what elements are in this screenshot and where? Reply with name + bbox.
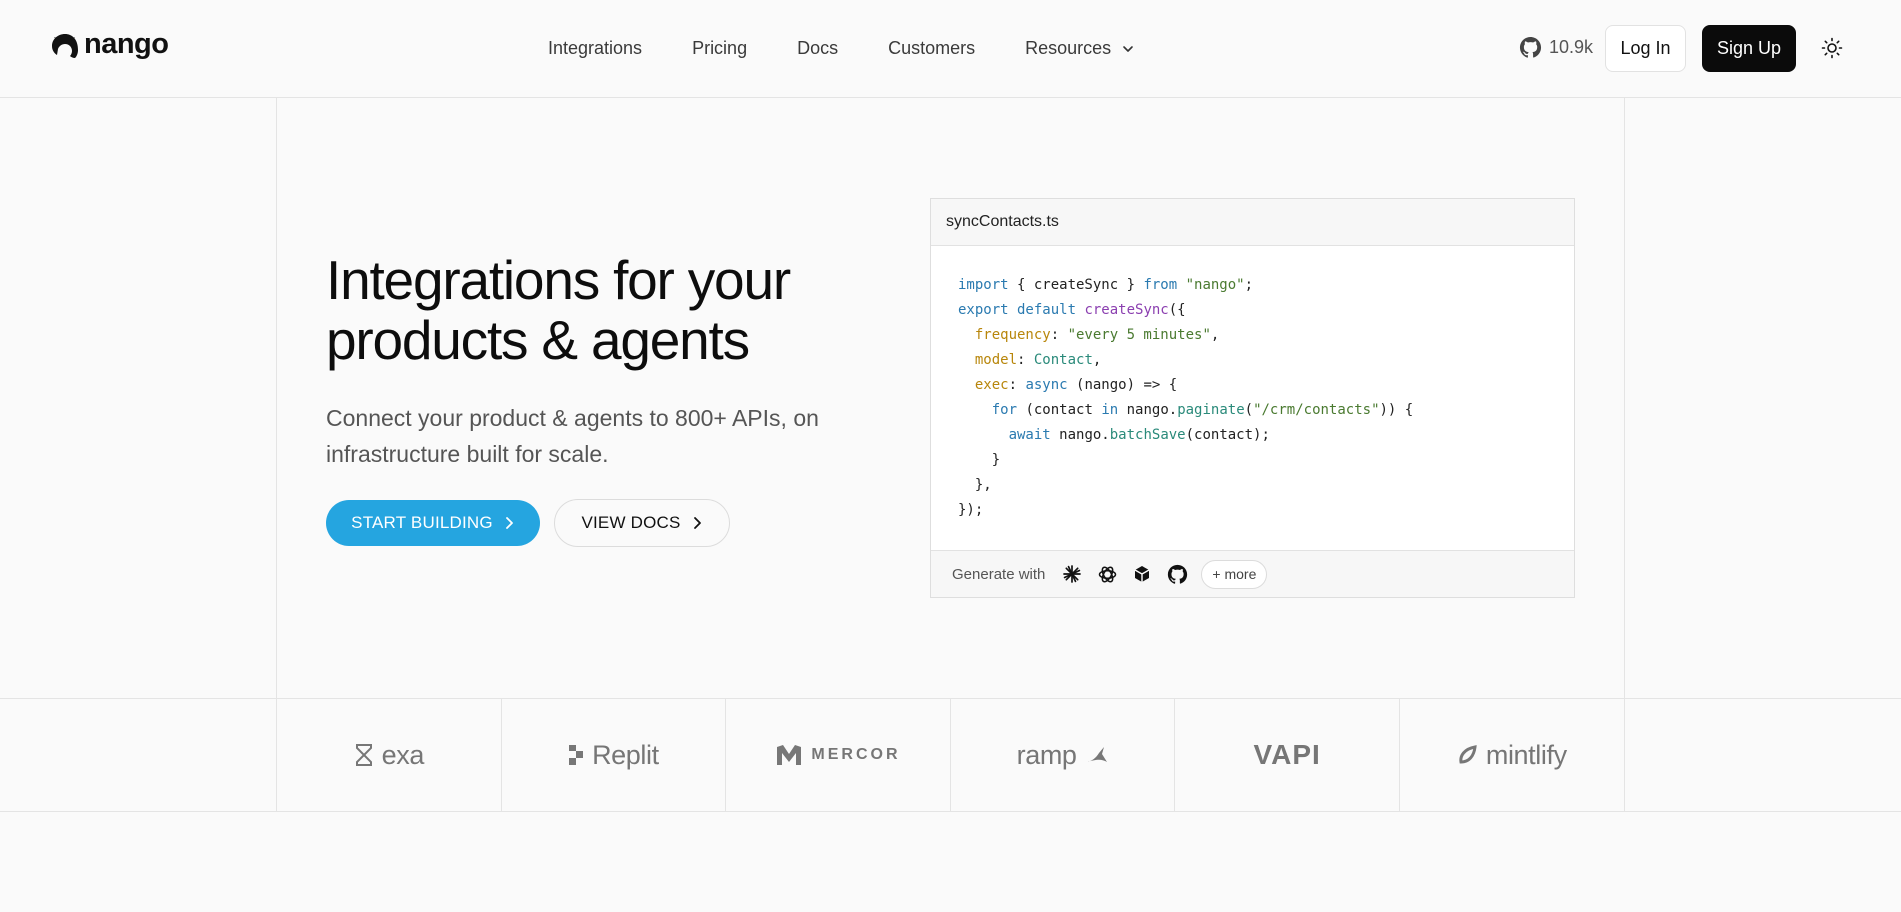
ramp-logo-text: ramp xyxy=(1016,739,1077,770)
code-line: export default createSync({ xyxy=(958,302,1186,318)
login-button[interactable]: Log In xyxy=(1605,25,1686,72)
ramp-mark-icon xyxy=(1086,747,1107,762)
chevron-right-icon xyxy=(693,517,701,529)
nav-integrations-label: Integrations xyxy=(548,38,643,58)
cube-icon[interactable] xyxy=(1131,563,1153,585)
nango-logo[interactable]: nango xyxy=(50,27,169,62)
hero-title: Integrations for your products & agents xyxy=(326,250,846,370)
customer-logos-row: exa Replit MERCOR ramp VAPI mintlify xyxy=(277,699,1625,811)
generate-with-label: Generate with xyxy=(952,565,1046,583)
nav-resources-label: Resources xyxy=(1025,38,1112,58)
code-block: import { createSync } from "nango"; expor… xyxy=(931,246,1574,523)
signup-button[interactable]: Sign Up xyxy=(1702,25,1796,72)
exa-logo: exa xyxy=(277,699,502,811)
replit-logo: Replit xyxy=(502,699,727,811)
main-nav: Integrations Pricing Docs Customers Reso… xyxy=(548,38,1135,59)
mintlify-logo-text: mintlify xyxy=(1485,739,1567,770)
github-icon xyxy=(1519,36,1542,58)
openai-icon[interactable] xyxy=(1096,563,1118,585)
nav-customers[interactable]: Customers xyxy=(888,38,975,59)
nav-pricing[interactable]: Pricing xyxy=(692,38,747,59)
grid-line-logos-bottom xyxy=(0,811,1901,812)
generate-with-bar: Generate with + more xyxy=(931,550,1574,597)
chevron-right-icon xyxy=(505,517,513,529)
code-filename-tab: syncContacts.ts xyxy=(931,199,1574,246)
ramp-logo: ramp xyxy=(951,699,1176,811)
nango-logo-icon xyxy=(52,34,78,58)
top-nav-bar: nango Integrations Pricing Docs Customer… xyxy=(0,0,1901,98)
github-stars-count: 10.9k xyxy=(1549,37,1594,57)
replit-mark-icon xyxy=(569,745,584,765)
more-tools-button[interactable]: + more xyxy=(1201,559,1268,589)
mercor-mark-icon xyxy=(777,745,802,765)
code-line: model: Contact, xyxy=(974,352,1102,368)
code-line: }, xyxy=(958,477,992,493)
mercor-logo: MERCOR xyxy=(726,699,951,811)
sun-icon[interactable] xyxy=(1820,36,1844,60)
vapi-logo: VAPI xyxy=(1175,699,1400,811)
brand-name: nango xyxy=(84,27,169,60)
start-building-label: START BUILDING xyxy=(351,513,493,532)
code-line: await nango.batchSave(contact); xyxy=(1008,427,1270,443)
code-line: }); xyxy=(958,502,984,518)
nav-resources-dropdown[interactable]: Resources xyxy=(1025,38,1135,59)
view-docs-label: VIEW DOCS xyxy=(581,513,681,532)
start-building-button[interactable]: START BUILDING xyxy=(326,500,540,546)
nav-docs-label: Docs xyxy=(797,38,839,58)
claude-icon[interactable] xyxy=(1061,563,1083,585)
nav-docs[interactable]: Docs xyxy=(797,38,838,59)
exa-logo-text: exa xyxy=(381,739,425,770)
view-docs-button[interactable]: VIEW DOCS xyxy=(554,499,730,547)
nav-customers-label: Customers xyxy=(888,38,976,58)
mintlify-mark-icon xyxy=(1459,745,1477,764)
hero-title-line2: products & agents xyxy=(326,309,750,371)
code-line: frequency: "every 5 minutes", xyxy=(974,327,1220,343)
replit-logo-text: Replit xyxy=(592,739,659,770)
code-line: exec: async (nango) => { xyxy=(974,377,1178,393)
hero-title-line1: Integrations for your xyxy=(326,249,791,311)
hero-subtitle: Connect your product & agents to 800+ AP… xyxy=(326,405,819,467)
code-line: } xyxy=(958,452,1001,468)
code-line: import { createSync } from "nango"; xyxy=(958,277,1254,293)
mercor-logo-text: MERCOR xyxy=(811,746,901,763)
exa-mark-icon xyxy=(355,744,372,766)
github-icon[interactable] xyxy=(1166,563,1188,585)
vapi-logo-text: VAPI xyxy=(1253,739,1321,770)
nav-integrations[interactable]: Integrations xyxy=(548,38,642,59)
github-stars-link[interactable]: 10.9k xyxy=(1519,36,1593,59)
code-snippet-card: syncContacts.ts import { createSync } fr… xyxy=(930,198,1575,598)
code-line: for (contact in nango.paginate("/crm/con… xyxy=(991,402,1414,418)
mintlify-logo: mintlify xyxy=(1400,699,1625,811)
nav-pricing-label: Pricing xyxy=(692,38,748,58)
chevron-down-icon xyxy=(1123,45,1133,52)
